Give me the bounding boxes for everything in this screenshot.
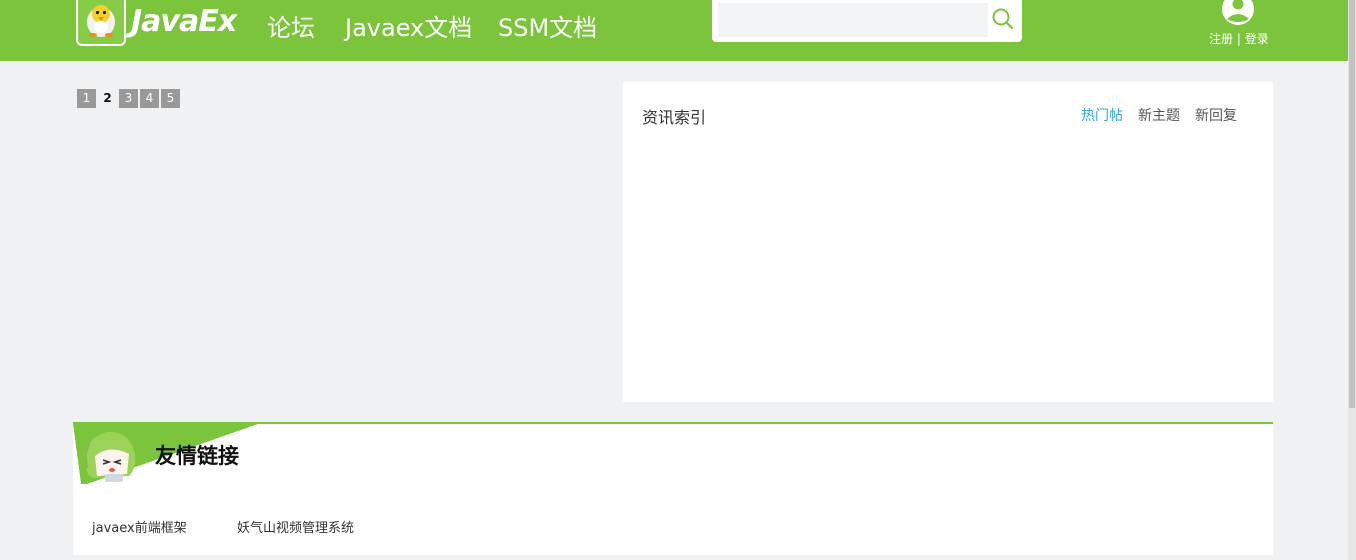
search-icon [990, 8, 1016, 38]
friend-link-yaoqishan[interactable]: 妖气山视频管理系统 [237, 517, 354, 536]
friend-links-panel: 友情链接 javaex前端框架 妖气山视频管理系统 [73, 422, 1273, 555]
logo-text[interactable]: JavaEx [131, 4, 237, 39]
user-links: 注册 | 登录 [1209, 30, 1269, 47]
page-2-current[interactable]: 2 [98, 89, 117, 108]
tab-hot-posts[interactable]: 热门帖 [1081, 105, 1123, 125]
page-3[interactable]: 3 [119, 89, 138, 108]
page-1[interactable]: 1 [77, 89, 96, 108]
top-header: JavaEx 论坛 Javaex文档 SSM文档 注册 | 登录 [0, 0, 1348, 61]
register-link[interactable]: 注册 [1209, 32, 1233, 46]
page-5[interactable]: 5 [161, 89, 180, 108]
news-index-title: 资讯索引 [642, 108, 707, 127]
login-link[interactable]: 登录 [1245, 32, 1269, 46]
news-index-panel: 资讯索引 热门帖 新主题 新回复 [623, 82, 1273, 402]
tab-new-topics[interactable]: 新主题 [1138, 105, 1180, 125]
search-button[interactable] [990, 4, 1016, 34]
tab-new-replies[interactable]: 新回复 [1195, 105, 1237, 125]
friend-link-javaex[interactable]: javaex前端框架 [92, 517, 187, 536]
search-box [712, 0, 1022, 42]
nav-forum[interactable]: 论坛 [267, 8, 315, 43]
user-links-separator: | [1233, 32, 1245, 46]
page-scrollbar-thumb[interactable] [1349, 0, 1355, 408]
anime-mascot-icon [83, 431, 136, 482]
pagination: 12345 [77, 87, 182, 108]
nav-ssm-docs[interactable]: SSM文档 [498, 8, 597, 43]
search-input[interactable] [718, 3, 988, 37]
page-4[interactable]: 4 [140, 89, 159, 108]
nav-javaex-docs[interactable]: Javaex文档 [345, 8, 472, 43]
logo-chick-icon[interactable] [76, 0, 126, 46]
friend-links-title: 友情链接 [155, 444, 239, 468]
